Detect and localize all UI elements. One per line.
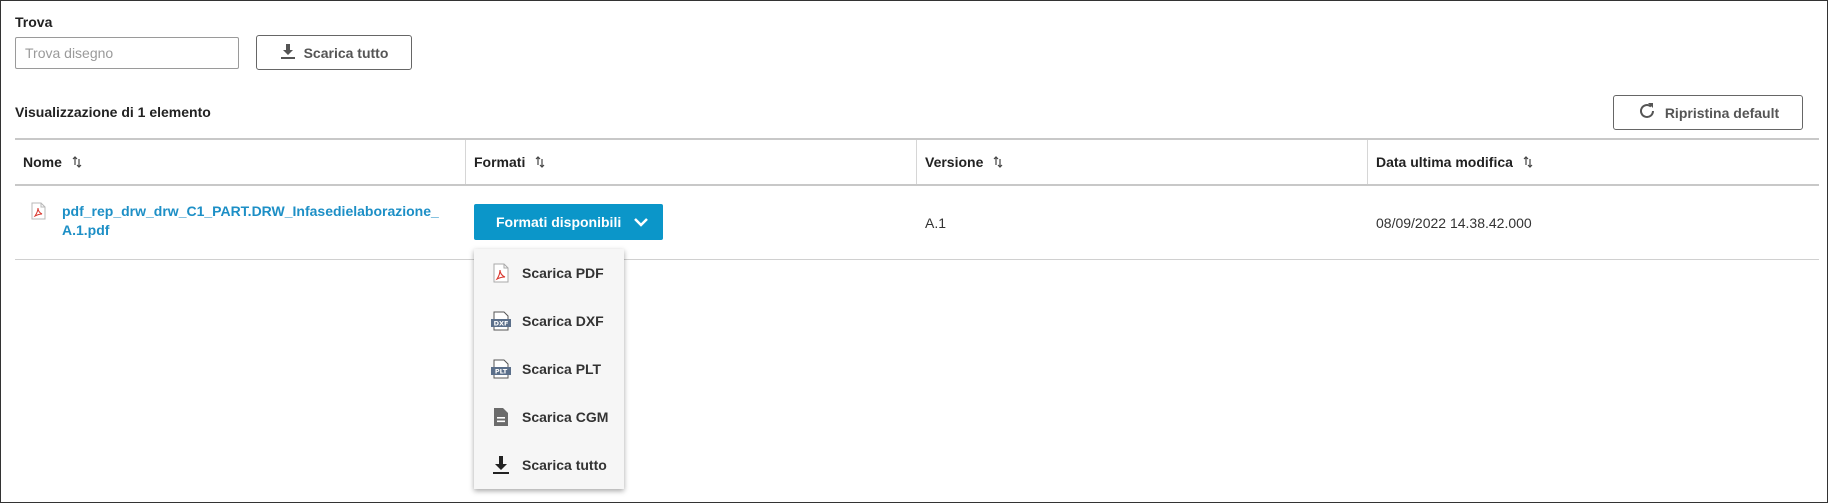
menu-item-label: Scarica tutto xyxy=(522,457,607,473)
column-header-label: Formati xyxy=(474,154,526,170)
menu-item-label: Scarica PLT xyxy=(522,361,602,377)
menu-item-download-all[interactable]: Scarica tutto xyxy=(474,441,624,489)
column-header-label: Data ultima modifica xyxy=(1376,154,1513,170)
available-formats-dropdown[interactable]: Formati disponibili xyxy=(474,204,664,240)
document-icon xyxy=(490,406,512,428)
menu-item-download-cgm[interactable]: Scarica CGM xyxy=(474,393,624,441)
download-all-button[interactable]: Scarica tutto xyxy=(256,35,412,70)
menu-item-download-pdf[interactable]: Scarica PDF xyxy=(474,249,624,297)
result-count: Visualizzazione di 1 elemento xyxy=(15,104,211,120)
file-name-link[interactable]: pdf_rep_drw_drw_C1_PART.DRW_Infasedielab… xyxy=(62,202,442,240)
column-header-formats[interactable]: Formati xyxy=(466,140,917,184)
plt-file-icon: PLT xyxy=(490,358,512,380)
sort-icon[interactable] xyxy=(72,156,82,168)
column-header-label: Nome xyxy=(23,154,62,170)
menu-item-download-plt[interactable]: PLT Scarica PLT xyxy=(474,345,624,393)
column-header-modified[interactable]: Data ultima modifica xyxy=(1368,140,1819,184)
sort-icon[interactable] xyxy=(1523,156,1533,168)
search-label: Trova xyxy=(15,14,53,30)
menu-item-label: Scarica DXF xyxy=(522,313,604,329)
sort-icon[interactable] xyxy=(993,156,1003,168)
menu-item-label: Scarica CGM xyxy=(522,409,609,425)
pdf-file-icon xyxy=(490,262,512,284)
formats-dropdown-menu: Scarica PDF DXF Scarica DXF PLT Scarica xyxy=(474,249,624,489)
pdf-file-icon xyxy=(31,202,46,223)
menu-item-download-dxf[interactable]: DXF Scarica DXF xyxy=(474,297,624,345)
dxf-file-icon: DXF xyxy=(490,310,512,332)
download-all-label: Scarica tutto xyxy=(303,44,389,61)
modified-date-cell: 08/09/2022 14.38.42.000 xyxy=(1376,215,1532,231)
table-row: pdf_rep_drw_drw_C1_PART.DRW_Infasedielab… xyxy=(15,186,1819,260)
chevron-down-icon xyxy=(633,214,649,230)
table-header: Nome Formati Versione Data ultima modifi… xyxy=(15,138,1819,186)
sort-icon[interactable] xyxy=(535,156,545,168)
name-cell: pdf_rep_drw_drw_C1_PART.DRW_Infasedielab… xyxy=(15,186,466,259)
menu-item-label: Scarica PDF xyxy=(522,265,604,281)
svg-text:PLT: PLT xyxy=(495,368,508,376)
version-cell: A.1 xyxy=(925,215,947,231)
reset-default-button[interactable]: Ripristina default xyxy=(1613,95,1803,130)
download-icon xyxy=(490,454,512,476)
search-input[interactable] xyxy=(15,37,239,69)
refresh-icon xyxy=(1637,101,1657,124)
reset-default-label: Ripristina default xyxy=(1664,104,1780,121)
app-frame: Trova Scarica tutto Visualizzazione di 1… xyxy=(0,0,1828,503)
column-header-name[interactable]: Nome xyxy=(15,140,466,184)
column-header-version[interactable]: Versione xyxy=(917,140,1368,184)
download-icon xyxy=(280,43,296,63)
svg-text:DXF: DXF xyxy=(494,320,509,328)
drawings-table: Nome Formati Versione Data ultima modifi… xyxy=(15,138,1819,260)
column-header-label: Versione xyxy=(925,154,984,170)
available-formats-label: Formati disponibili xyxy=(496,214,622,230)
